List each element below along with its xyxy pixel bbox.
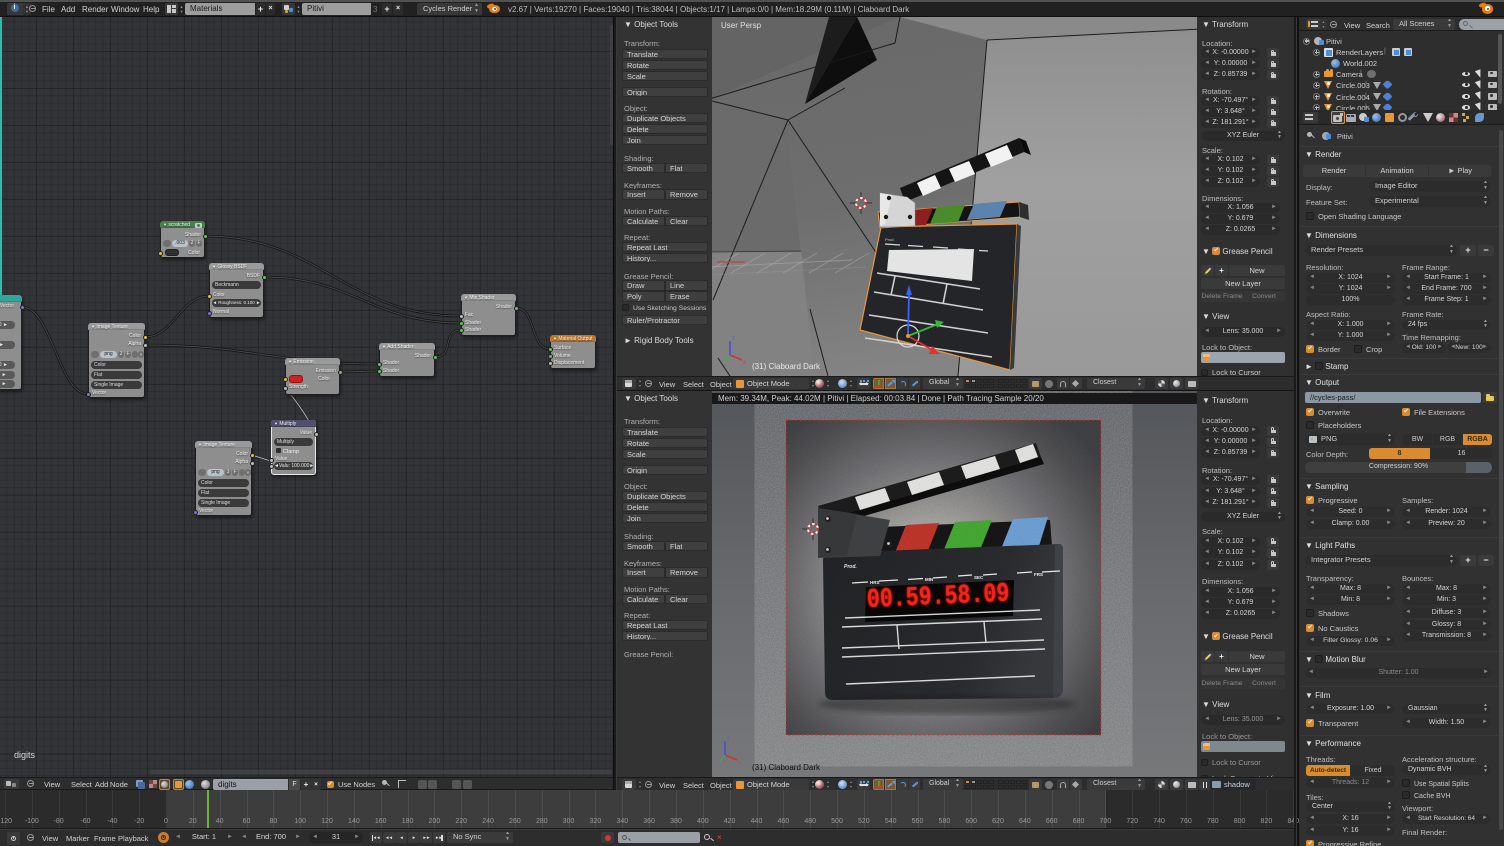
svg-text:x: x bbox=[738, 760, 741, 766]
svg-text:z: z bbox=[727, 736, 730, 742]
svg-text:z: z bbox=[732, 336, 735, 342]
svg-text:x: x bbox=[743, 360, 746, 366]
svg-text:Prod.: Prod. bbox=[844, 564, 857, 570]
svg-text:Prod.: Prod. bbox=[885, 237, 895, 242]
